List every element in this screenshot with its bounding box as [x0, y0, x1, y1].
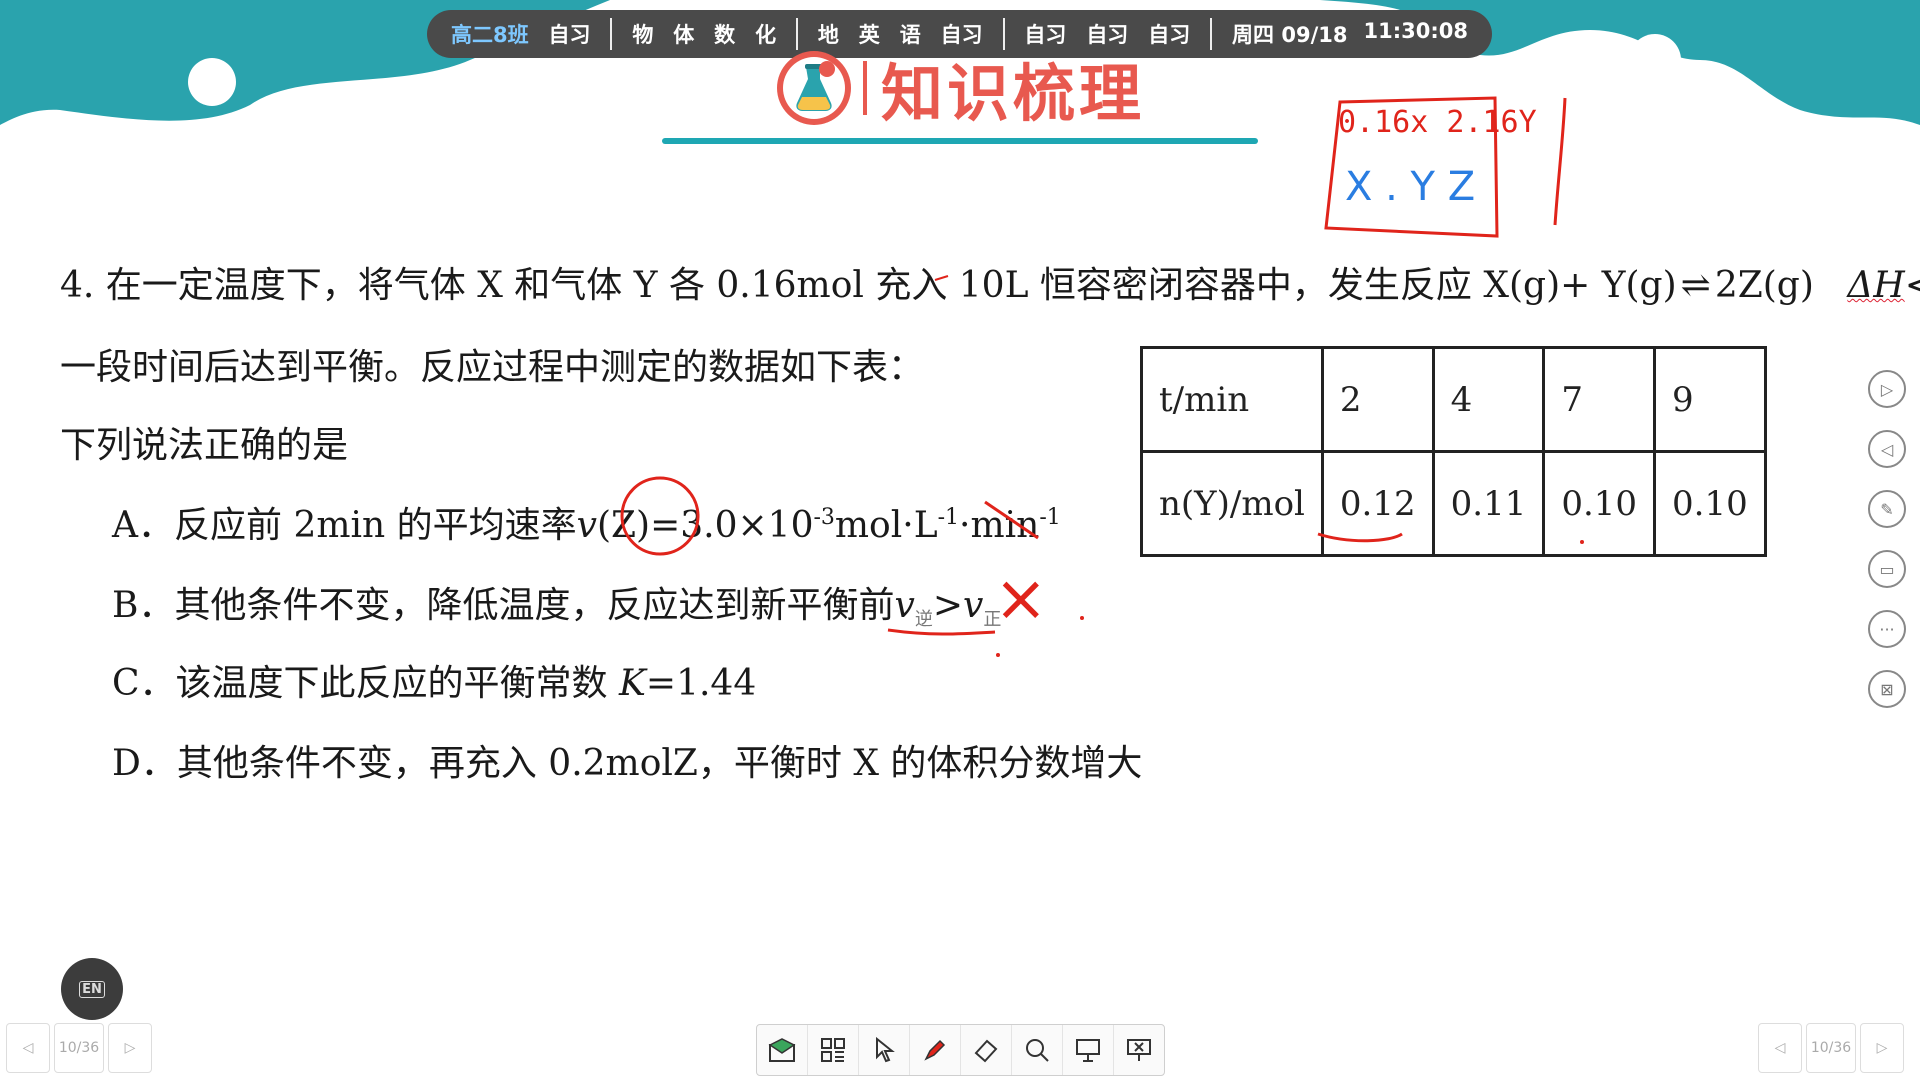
prev-page-icon[interactable]: ◁	[6, 1023, 50, 1073]
question-line-3: 下列说法正确的是	[60, 425, 349, 466]
next-page-icon[interactable]: ▷	[1860, 1023, 1904, 1073]
page-indicator[interactable]: 10/36	[54, 1023, 104, 1073]
ink-dot	[996, 653, 1000, 657]
ime-badge[interactable]: EN	[61, 958, 123, 1020]
table-cell: 0.11	[1431, 450, 1546, 557]
page-nav-left: ◁ 10/36 ▷	[6, 1023, 152, 1073]
page-nav-right: ◁ 10/36 ▷	[1758, 1023, 1904, 1073]
equilibrium-arrow: ⇌	[1680, 265, 1711, 306]
ink-dot	[1080, 616, 1084, 620]
schedule-divider	[610, 18, 613, 50]
ink-text-line-2: X . Y Z	[1345, 164, 1475, 210]
class-name: 高二8班	[451, 23, 529, 47]
side-toolbar: ▷ ◁ ✎ ▭ ··· ⊠	[1868, 370, 1906, 708]
whiteboard-icon[interactable]	[1063, 1025, 1114, 1075]
grid-icon[interactable]	[808, 1025, 859, 1075]
next-page-icon[interactable]: ▷	[108, 1023, 152, 1073]
exit-presentation-icon[interactable]	[1114, 1025, 1164, 1075]
unit: ·min	[959, 505, 1040, 546]
title-divider	[863, 60, 867, 115]
table-cell: t/min	[1140, 346, 1324, 453]
exponent: -1	[1039, 505, 1061, 530]
data-table: t/min 2 4 7 9 n(Y)/mol 0.12 0.11 0.10 0.…	[1140, 346, 1767, 557]
table-cell: 9	[1653, 346, 1767, 453]
rate-symbol: v	[962, 585, 984, 626]
enthalpy-sign: <0，	[1904, 265, 1920, 306]
table-row: n(Y)/mol 0.12 0.11 0.10 0.10	[1140, 450, 1767, 557]
question-line-1: 4. 在一定温度下，将气体 X 和气体 Y 各 0.16mol 充入 10L 恒…	[60, 256, 1920, 308]
option-d: D．其他条件不变，再充入 0.2molZ，平衡时 X 的体积分数增大	[112, 743, 1143, 784]
enthalpy-symbol: ΔH	[1847, 265, 1905, 306]
title-text: 知识梳理	[881, 56, 1146, 130]
ime-label: EN	[79, 980, 105, 998]
constant-symbol: K	[619, 663, 646, 704]
product-text: 2Z(g)	[1714, 265, 1814, 306]
cursor-icon[interactable]	[859, 1025, 910, 1075]
option-b-text: B．其他条件不变，降低温度，反应达到新平衡前	[112, 585, 895, 626]
schedule-period: 物	[632, 23, 654, 47]
bottom-toolbar	[756, 1024, 1165, 1076]
pen-icon[interactable]	[910, 1025, 961, 1075]
schedule-period: 数	[714, 23, 736, 47]
schedule-period: 自习	[548, 23, 591, 47]
rate-expression: (Z)=3.0×10	[596, 505, 814, 546]
envelope-icon[interactable]	[757, 1025, 808, 1075]
title-underline	[662, 138, 1258, 144]
option-c: C．该温度下此反应的平衡常数 K=1.44	[112, 654, 756, 706]
schedule-period: 自习	[1148, 23, 1191, 47]
ink-cross: ×	[994, 562, 1048, 636]
schedule-divider	[795, 18, 798, 50]
pen-icon[interactable]: ✎	[1868, 490, 1906, 528]
schedule-period: 体	[673, 23, 695, 47]
next-slide-icon[interactable]: ▷	[1868, 370, 1906, 408]
rate-subscript: 正	[983, 609, 1002, 631]
rate-symbol: v	[576, 505, 597, 546]
exit-icon[interactable]: ⊠	[1868, 670, 1906, 708]
exponent: -1	[937, 505, 960, 530]
rate-symbol: v	[894, 585, 915, 626]
page-indicator[interactable]: 10/36	[1806, 1023, 1856, 1073]
option-a-text: A．反应前 2min 的平均速率	[112, 505, 577, 546]
exponent: -3	[813, 505, 835, 530]
unit: mol·L	[834, 505, 938, 546]
magnifier-icon[interactable]	[1012, 1025, 1063, 1075]
constant-value: =1.44	[645, 663, 757, 704]
more-icon[interactable]: ···	[1868, 610, 1906, 648]
table-cell: 2	[1320, 346, 1435, 453]
flask-icon	[777, 50, 851, 125]
table-cell: 7	[1542, 346, 1657, 453]
table-cell: 4	[1431, 346, 1546, 453]
comparison-sign: >	[932, 585, 963, 626]
slide-title: 知识梳理	[775, 50, 1145, 130]
option-c-text: C．该温度下此反应的平衡常数	[112, 663, 619, 704]
table-cell: 0.10	[1542, 450, 1657, 557]
table-cell: 0.12	[1320, 450, 1435, 557]
prev-slide-icon[interactable]: ◁	[1868, 430, 1906, 468]
prev-page-icon[interactable]: ◁	[1758, 1023, 1802, 1073]
table-row: t/min 2 4 7 9	[1140, 346, 1767, 453]
schedule-divider	[1210, 18, 1213, 50]
screen-icon[interactable]: ▭	[1868, 550, 1906, 588]
option-b: B．其他条件不变，降低温度，反应达到新平衡前v逆>v正	[112, 576, 1001, 631]
rate-subscript: 逆	[914, 609, 933, 631]
eraser-icon[interactable]	[961, 1025, 1012, 1075]
schedule-period: 化	[755, 23, 777, 47]
table-cell: 0.10	[1653, 450, 1767, 557]
schedule-period: 地	[817, 23, 839, 47]
option-a: A．反应前 2min 的平均速率v(Z)=3.0×10-3mol·L-1·min…	[112, 496, 1061, 548]
schedule-period: 英	[858, 23, 880, 47]
clock-date: 周四 09/18	[1232, 23, 1348, 47]
question-text: 4. 在一定温度下，将气体 X 和气体 Y 各 0.16mol 充入 10L 恒…	[60, 265, 1677, 306]
question-line-2: 一段时间后达到平衡。反应过程中测定的数据如下表：	[60, 347, 925, 388]
table-cell: n(Y)/mol	[1140, 450, 1324, 557]
clock: 周四 09/18 11:30:08	[1232, 19, 1468, 49]
clock-time: 11:30:08	[1363, 19, 1468, 43]
